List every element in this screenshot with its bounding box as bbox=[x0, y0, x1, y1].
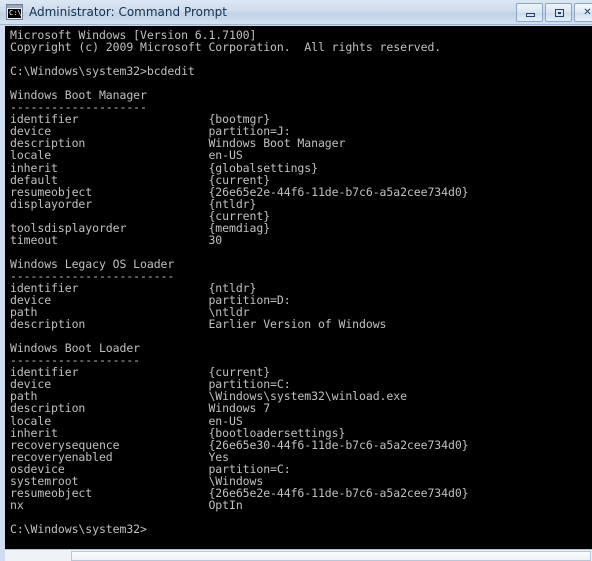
window-controls: ✕ bbox=[516, 3, 592, 22]
window-title: Administrator: Command Prompt bbox=[29, 5, 227, 19]
icon-title-strip bbox=[7, 5, 22, 8]
close-icon: ✕ bbox=[583, 6, 592, 18]
console-output-area[interactable]: Microsoft Windows [Version 6.1.7100] Cop… bbox=[5, 26, 592, 549]
close-button[interactable]: ✕ bbox=[574, 3, 592, 22]
horizontal-scrollbar-thumb[interactable] bbox=[71, 551, 591, 561]
title-bar[interactable]: C:\ Administrator: Command Prompt ✕ bbox=[0, 0, 592, 25]
maximize-button[interactable] bbox=[545, 3, 572, 22]
icon-screen-text: C:\ bbox=[8, 9, 22, 18]
minimize-button[interactable] bbox=[516, 3, 543, 22]
minimize-icon bbox=[526, 13, 535, 17]
maximize-icon bbox=[555, 9, 564, 17]
horizontal-scrollbar[interactable] bbox=[5, 549, 592, 561]
console-frame: Microsoft Windows [Version 6.1.7100] Cop… bbox=[0, 25, 592, 561]
console-text: Microsoft Windows [Version 6.1.7100] Cop… bbox=[10, 28, 469, 536]
command-prompt-icon[interactable]: C:\ bbox=[6, 4, 23, 20]
command-prompt-window: C:\ Administrator: Command Prompt ✕ Micr… bbox=[0, 0, 592, 561]
